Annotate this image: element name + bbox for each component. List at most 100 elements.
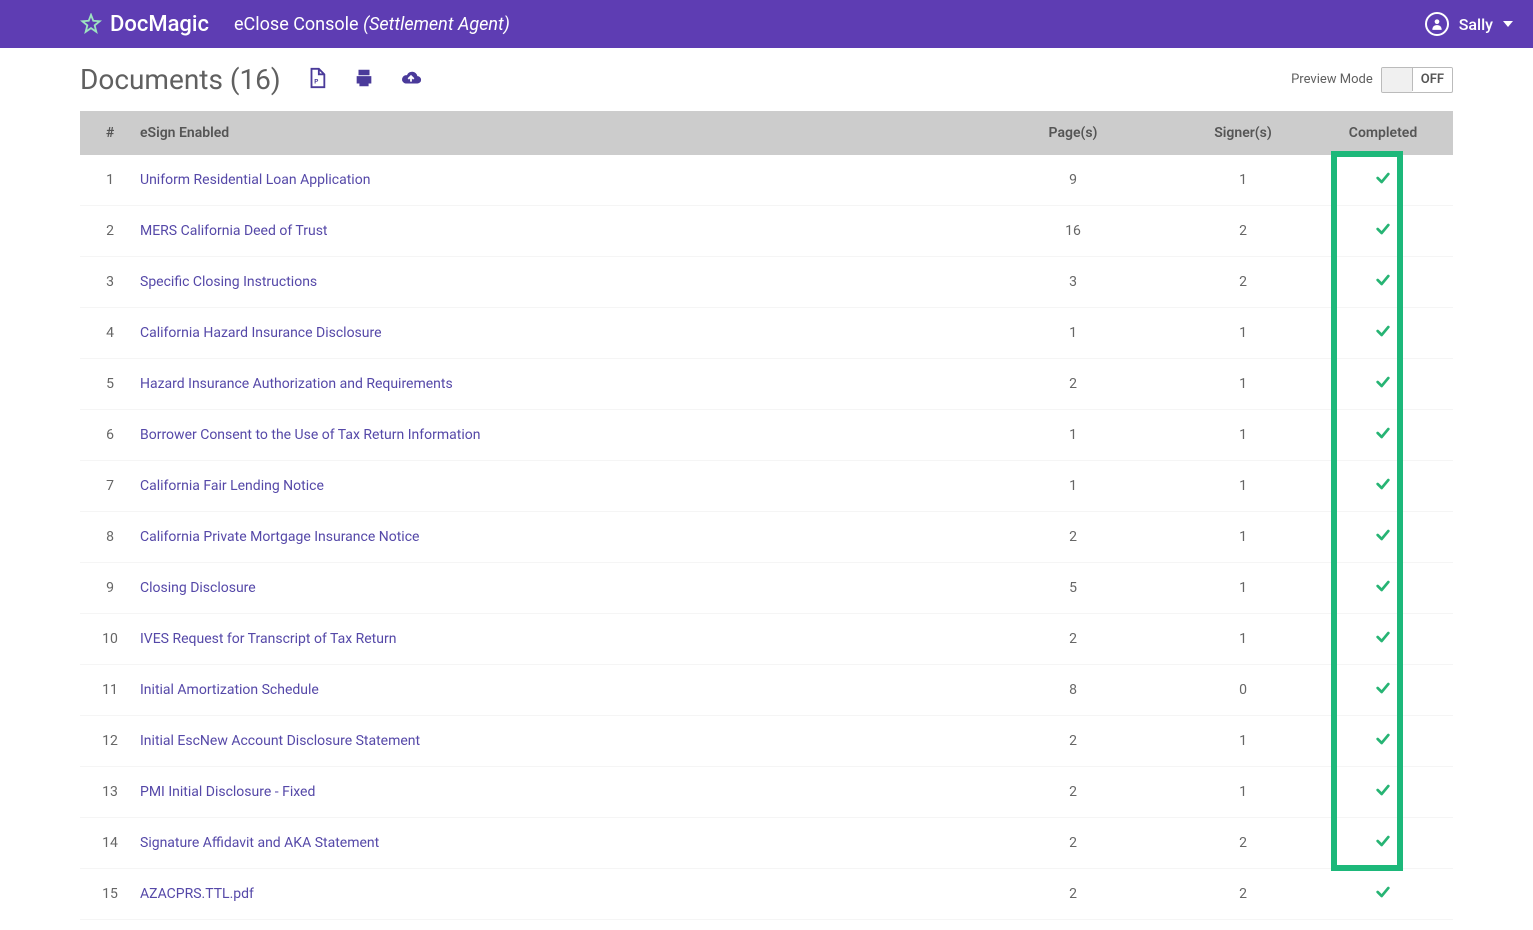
- svg-text:P: P: [314, 77, 318, 85]
- row-number: 2: [80, 206, 130, 257]
- row-completed: [1333, 206, 1453, 257]
- row-pages: 2: [993, 716, 1153, 767]
- row-doc-name: California Private Mortgage Insurance No…: [130, 512, 993, 563]
- title-actions: P: [306, 67, 422, 93]
- row-pages: 2: [993, 614, 1153, 665]
- row-number: 12: [80, 716, 130, 767]
- row-signers: 1: [1153, 155, 1333, 206]
- row-number: 13: [80, 767, 130, 818]
- row-signers: 2: [1153, 869, 1333, 920]
- upload-cloud-icon[interactable]: [400, 67, 422, 93]
- row-pages: 1: [993, 461, 1153, 512]
- row-doc-name: Hazard Insurance Authorization and Requi…: [130, 359, 993, 410]
- row-pages: 8: [993, 665, 1153, 716]
- content-area: Documents (16) P Preview Mode OFF: [0, 48, 1533, 920]
- check-icon: [1373, 888, 1393, 904]
- document-link[interactable]: Signature Affidavit and AKA Statement: [140, 835, 379, 851]
- row-number: 9: [80, 563, 130, 614]
- row-completed: [1333, 665, 1453, 716]
- row-number: 6: [80, 410, 130, 461]
- check-icon: [1373, 837, 1393, 853]
- row-signers: 2: [1153, 206, 1333, 257]
- row-pages: 9: [993, 155, 1153, 206]
- star-icon: [80, 13, 102, 35]
- toggle-switch[interactable]: OFF: [1381, 67, 1453, 93]
- check-icon: [1373, 378, 1393, 394]
- document-link[interactable]: California Private Mortgage Insurance No…: [140, 529, 419, 545]
- page-title: Documents (16): [80, 63, 281, 96]
- row-doc-name: Uniform Residential Loan Application: [130, 155, 993, 206]
- table-row: 14 Signature Affidavit and AKA Statement 2…: [80, 818, 1453, 869]
- table-row: 4 California Hazard Insurance Disclosure 1…: [80, 308, 1453, 359]
- col-number: #: [80, 111, 130, 155]
- row-completed: [1333, 308, 1453, 359]
- print-icon[interactable]: [353, 67, 375, 93]
- document-link[interactable]: Uniform Residential Loan Application: [140, 172, 370, 188]
- caret-down-icon: [1503, 21, 1513, 27]
- row-pages: 2: [993, 869, 1153, 920]
- row-signers: 2: [1153, 818, 1333, 869]
- document-link[interactable]: Specific Closing Instructions: [140, 274, 317, 290]
- row-completed: [1333, 410, 1453, 461]
- row-doc-name: MERS California Deed of Trust: [130, 206, 993, 257]
- table-row: 1Uniform Residential Loan Application91: [80, 155, 1453, 206]
- check-icon: [1373, 684, 1393, 700]
- table-container: # eSign Enabled Page(s) Signer(s) Comple…: [80, 111, 1453, 920]
- document-link[interactable]: Hazard Insurance Authorization and Requi…: [140, 376, 453, 392]
- preview-mode-label: Preview Mode: [1291, 72, 1373, 87]
- check-icon: [1373, 735, 1393, 751]
- row-pages: 2: [993, 512, 1153, 563]
- document-link[interactable]: AZACPRS.TTL.pdf: [140, 886, 254, 902]
- table-row: 9 Closing Disclosure 51: [80, 563, 1453, 614]
- document-link[interactable]: Closing Disclosure: [140, 580, 256, 596]
- row-number: 10: [80, 614, 130, 665]
- col-signers: Signer(s): [1153, 111, 1333, 155]
- row-signers: 1: [1153, 767, 1333, 818]
- row-doc-name: Specific Closing Instructions: [130, 257, 993, 308]
- row-completed: [1333, 563, 1453, 614]
- row-doc-name: Signature Affidavit and AKA Statement: [130, 818, 993, 869]
- check-icon: [1373, 225, 1393, 241]
- table-row: 10 IVES Request for Transcript of Tax Ret…: [80, 614, 1453, 665]
- toggle-state-label: OFF: [1412, 68, 1452, 91]
- row-pages: 16: [993, 206, 1153, 257]
- table-row: 12 Initial EscNew Account Disclosure Stat…: [80, 716, 1453, 767]
- row-number: 14: [80, 818, 130, 869]
- logo-text: DocMagic: [110, 12, 209, 37]
- row-number: 11: [80, 665, 130, 716]
- row-doc-name: Initial Amortization Schedule: [130, 665, 993, 716]
- document-link[interactable]: PMI Initial Disclosure - Fixed: [140, 784, 315, 800]
- app-header: DocMagic eClose Console (Settlement Agen…: [0, 0, 1533, 48]
- document-link[interactable]: Initial EscNew Account Disclosure Statem…: [140, 733, 420, 749]
- row-number: 4: [80, 308, 130, 359]
- user-menu[interactable]: Sally: [1425, 12, 1513, 36]
- console-title: eClose Console (Settlement Agent): [234, 14, 510, 35]
- row-pages: 5: [993, 563, 1153, 614]
- row-doc-name: PMI Initial Disclosure - Fixed: [130, 767, 993, 818]
- document-link[interactable]: California Hazard Insurance Disclosure: [140, 325, 382, 341]
- row-signers: 1: [1153, 410, 1333, 461]
- row-pages: 2: [993, 767, 1153, 818]
- row-signers: 1: [1153, 359, 1333, 410]
- document-link[interactable]: Initial Amortization Schedule: [140, 682, 319, 698]
- row-signers: 1: [1153, 563, 1333, 614]
- document-link[interactable]: MERS California Deed of Trust: [140, 223, 328, 239]
- document-link[interactable]: California Fair Lending Notice: [140, 478, 324, 494]
- table-row: 8California Private Mortgage Insurance N…: [80, 512, 1453, 563]
- row-pages: 1: [993, 308, 1153, 359]
- user-name: Sally: [1459, 15, 1493, 34]
- row-pages: 2: [993, 818, 1153, 869]
- table-row: 6 Borrower Consent to the Use of Tax Retu…: [80, 410, 1453, 461]
- pdf-icon[interactable]: P: [306, 67, 328, 93]
- row-doc-name: California Hazard Insurance Disclosure: [130, 308, 993, 359]
- console-title-text: eClose Console: [234, 14, 359, 35]
- document-link[interactable]: IVES Request for Transcript of Tax Retur…: [140, 631, 396, 647]
- document-link[interactable]: Borrower Consent to the Use of Tax Retur…: [140, 427, 480, 443]
- row-doc-name: Initial EscNew Account Disclosure Statem…: [130, 716, 993, 767]
- row-doc-name: Borrower Consent to the Use of Tax Retur…: [130, 410, 993, 461]
- row-signers: 2: [1153, 257, 1333, 308]
- row-completed: [1333, 512, 1453, 563]
- table-row: 13 PMI Initial Disclosure - Fixed 21: [80, 767, 1453, 818]
- row-signers: 1: [1153, 716, 1333, 767]
- row-number: 7: [80, 461, 130, 512]
